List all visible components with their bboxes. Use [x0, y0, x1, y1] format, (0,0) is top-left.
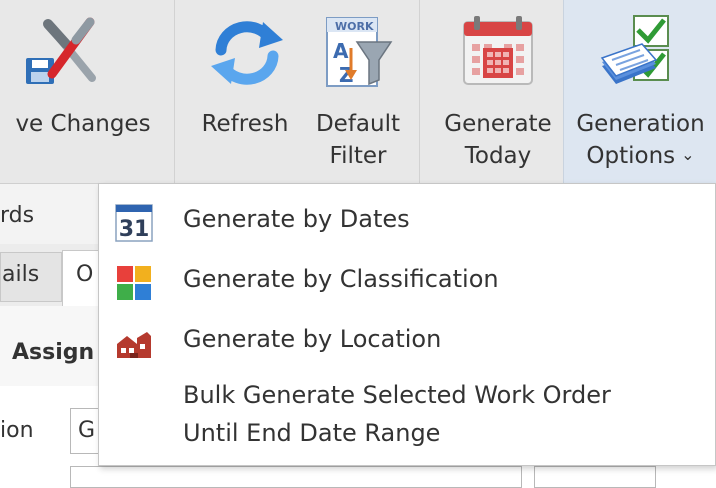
svg-text:WORK: WORK	[335, 20, 374, 33]
default-filter-label-line1: Default	[315, 111, 401, 137]
menu-item-label-line1: Bulk Generate Selected Work Order	[183, 381, 611, 409]
menu-item-label: Generate by Location	[183, 325, 442, 353]
ribbon-group-generate: Generate Today Generation Options ⌄	[420, 0, 716, 183]
menu-item-label: Generate by Classification	[183, 265, 499, 293]
generation-options-label-line2: Options	[586, 143, 676, 169]
tab-details-label: ails	[2, 262, 40, 287]
calendar-today-icon	[463, 16, 533, 85]
menu-item-generate-by-dates[interactable]: 31 Generate by Dates	[99, 198, 715, 244]
lower-input[interactable]	[70, 466, 522, 488]
save-changes-icon	[26, 17, 96, 84]
refresh-icon	[211, 21, 283, 85]
default-filter-label-line2: Filter	[329, 143, 387, 169]
classification-grid-icon	[117, 266, 151, 300]
calendar-31-icon: 31	[115, 204, 153, 242]
chevron-down-icon: ⌄	[681, 145, 695, 164]
generate-today-label-line1: Generate	[444, 111, 552, 137]
field-label: ion	[0, 418, 34, 443]
generation-options-menu: 31 Generate by Dates Generate by Classif…	[98, 183, 716, 466]
tab-other-label: O	[76, 262, 94, 287]
field-input-value: G	[78, 418, 96, 443]
default-filter-button[interactable]: WORK A Z Default Filter	[305, 0, 411, 183]
save-changes-button[interactable]: ve Changes	[0, 0, 174, 183]
generation-options-icon	[600, 15, 669, 84]
menu-item-generate-by-location[interactable]: Generate by Location	[99, 318, 715, 364]
calendar-31-icon-text: 31	[119, 217, 150, 242]
menu-item-generate-by-classification[interactable]: Generate by Classification	[99, 258, 715, 304]
ribbon-group-save: ve Changes	[0, 0, 175, 183]
ribbon-toolbar: ve Changes Refresh WORK A Z Default Filt…	[0, 0, 716, 184]
generation-options-label-line1: Generation	[576, 111, 705, 137]
refresh-button[interactable]: Refresh	[185, 0, 305, 183]
menu-item-label-line2: Until End Date Range	[183, 419, 441, 447]
save-changes-label: ve Changes	[15, 111, 151, 137]
generation-options-label-line2-wrap: Options ⌄	[564, 140, 716, 174]
svg-text:A: A	[333, 39, 349, 63]
menu-item-label: Generate by Dates	[183, 205, 410, 233]
filter-icon: WORK A Z	[326, 17, 393, 87]
menu-item-bulk-generate[interactable]: Bulk Generate Selected Work Order Until …	[99, 374, 715, 454]
section-title: Assign	[12, 340, 95, 365]
lower-button[interactable]	[534, 466, 656, 488]
generation-options-button[interactable]: Generation Options ⌄	[563, 0, 716, 183]
refresh-label: Refresh	[201, 111, 289, 137]
generate-today-label-line2: Today	[464, 143, 532, 169]
ribbon-group-refresh: Refresh WORK A Z Default Filter	[175, 0, 420, 183]
location-building-icon	[117, 332, 151, 358]
records-label: rds	[0, 203, 35, 228]
generate-today-button[interactable]: Generate Today	[436, 0, 560, 183]
